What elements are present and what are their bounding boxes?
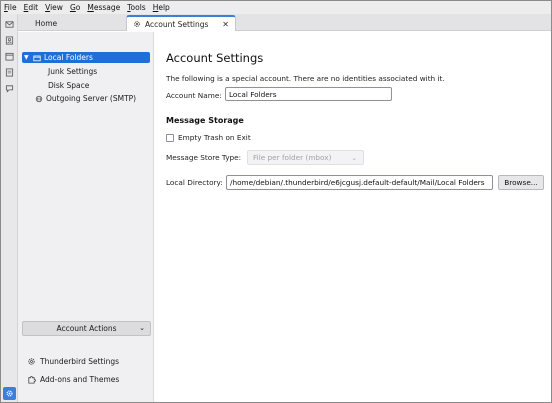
account-name-label: Account Name:: [166, 91, 222, 100]
chevron-down-icon: ⌄: [139, 324, 145, 332]
menu-tools[interactable]: Tools: [127, 3, 145, 12]
calendar-icon[interactable]: [5, 52, 14, 61]
tree-item-outgoing-server[interactable]: Outgoing Server (SMTP): [22, 93, 150, 104]
mail-icon[interactable]: [5, 20, 14, 29]
chat-icon[interactable]: [5, 84, 14, 93]
tree-item-label: Local Folders: [44, 53, 93, 62]
addons-themes-link[interactable]: Add-ons and Themes: [27, 374, 119, 385]
menu-file[interactable]: File: [4, 3, 17, 12]
tab-home-label: Home: [35, 18, 58, 28]
address-book-icon[interactable]: [5, 36, 14, 45]
close-icon[interactable]: ✕: [222, 20, 229, 29]
tasks-icon[interactable]: [5, 68, 14, 77]
tree-item-local-folders[interactable]: ▼ Local Folders: [22, 52, 150, 63]
menu-message[interactable]: Message: [87, 3, 120, 12]
local-directory-field[interactable]: [226, 175, 493, 190]
menu-edit[interactable]: Edit: [24, 3, 39, 12]
tab-account-settings[interactable]: Account Settings ✕: [126, 15, 236, 31]
tree-item-label: Disk Space: [48, 81, 90, 90]
gear-icon: [133, 20, 141, 28]
empty-trash-checkbox[interactable]: [166, 133, 174, 142]
menu-view[interactable]: View: [45, 3, 63, 12]
folder-icon: [32, 53, 41, 62]
account-name-field[interactable]: [225, 87, 392, 101]
page-title: Account Settings: [166, 51, 264, 65]
thunderbird-settings-link[interactable]: Thunderbird Settings: [27, 356, 119, 367]
tree-item-label: Junk Settings: [48, 67, 98, 76]
store-type-label: Message Store Type:: [166, 153, 242, 162]
tree-item-junk-settings[interactable]: Junk Settings: [22, 66, 150, 77]
gear-icon: [6, 390, 13, 397]
menu-bar: File Edit View Go Message Tools Help: [1, 1, 551, 14]
message-storage-heading: Message Storage: [166, 116, 244, 125]
local-directory-label: Local Directory:: [166, 178, 223, 187]
browse-button[interactable]: Browse...: [498, 175, 544, 190]
tree-item-disk-space[interactable]: Disk Space: [22, 80, 150, 91]
puzzle-icon: [27, 375, 36, 384]
account-actions-button[interactable]: Account Actions ⌄: [22, 321, 151, 336]
footer-settings-label: Thunderbird Settings: [40, 357, 120, 366]
menu-help[interactable]: Help: [153, 3, 170, 12]
menu-go[interactable]: Go: [70, 3, 80, 12]
empty-trash-label: Empty Trash on Exit: [178, 133, 251, 142]
settings-space-button[interactable]: [3, 387, 16, 400]
store-type-select: File per folder (mbox) ⌄: [247, 150, 364, 165]
account-tree-sidebar: ▼ Local Folders Junk Settings Disk Space…: [18, 32, 154, 402]
store-type-value: File per folder (mbox): [253, 153, 332, 162]
spaces-toolbar: [1, 14, 18, 402]
tab-settings-label: Account Settings: [145, 19, 209, 29]
account-actions-label: Account Actions: [56, 324, 117, 333]
footer-addons-label: Add-ons and Themes: [40, 375, 120, 384]
account-settings-panel: Account Settings The following is a spec…: [155, 32, 551, 402]
account-description: The following is a special account. Ther…: [166, 74, 445, 83]
empty-trash-option[interactable]: Empty Trash on Exit: [166, 133, 251, 142]
chevron-down-icon[interactable]: ▼: [24, 54, 32, 61]
tab-home[interactable]: Home: [26, 15, 126, 31]
outgoing-server-icon: [34, 94, 43, 103]
chevron-down-icon: ⌄: [351, 154, 357, 162]
gear-icon: [27, 357, 36, 366]
tree-item-label: Outgoing Server (SMTP): [46, 94, 137, 103]
app-window: File Edit View Go Message Tools Help Hom…: [0, 0, 552, 403]
tab-bar: Home Account Settings ✕: [18, 14, 551, 31]
